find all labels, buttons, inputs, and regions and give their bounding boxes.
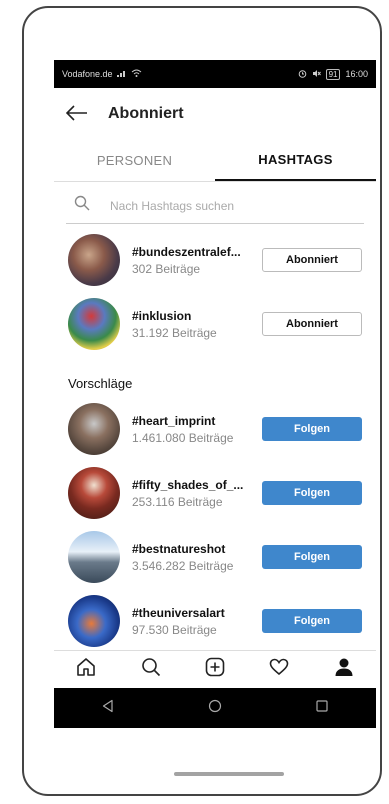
hashtag-meta: #theuniversalart 97.530 Beiträge bbox=[132, 606, 262, 637]
list-item[interactable]: #theuniversalart 97.530 Beiträge Folgen bbox=[68, 589, 362, 653]
tab-bar: PERSONEN HASHTAGS bbox=[54, 140, 376, 182]
back-triangle-icon[interactable] bbox=[101, 699, 115, 718]
post-count: 253.116 Beiträge bbox=[132, 494, 223, 509]
hashtag-thumbnail bbox=[68, 467, 120, 519]
hashtag-name: #heart_imprint bbox=[132, 413, 216, 428]
search-icon bbox=[74, 195, 98, 216]
home-icon[interactable] bbox=[76, 657, 96, 682]
hashtag-thumbnail bbox=[68, 234, 120, 286]
search-icon[interactable] bbox=[141, 657, 161, 682]
follow-button[interactable]: Folgen bbox=[262, 417, 362, 441]
add-post-icon[interactable] bbox=[205, 657, 225, 682]
carrier-name: Vodafone.de bbox=[62, 69, 113, 79]
app-screen: Vodafone.de 91 16:00 Abonniert PERSONEN … bbox=[54, 60, 376, 728]
post-count: 97.530 Beiträge bbox=[132, 622, 217, 637]
list-item[interactable]: #bestnatureshot 3.546.282 Beiträge Folge… bbox=[68, 525, 362, 589]
signal-icon bbox=[116, 69, 127, 79]
hashtag-thumbnail bbox=[68, 531, 120, 583]
page-title: Abonniert bbox=[108, 105, 184, 122]
tab-personen[interactable]: PERSONEN bbox=[54, 140, 215, 181]
list-item[interactable]: #bundeszentralef... 302 Beiträge Abonnie… bbox=[68, 228, 362, 292]
hashtag-meta: #bundeszentralef... 302 Beiträge bbox=[132, 245, 262, 276]
post-count: 31.192 Beiträge bbox=[132, 325, 217, 340]
hashtag-thumbnail bbox=[68, 298, 120, 350]
home-circle-icon[interactable] bbox=[208, 699, 222, 718]
subscribed-button[interactable]: Abonniert bbox=[262, 248, 362, 272]
status-bar: Vodafone.de 91 16:00 bbox=[54, 60, 376, 88]
android-navigation-bar bbox=[54, 688, 376, 728]
hashtag-search-bar bbox=[66, 188, 364, 224]
frame-bottom-edge bbox=[174, 772, 284, 776]
hashtag-thumbnail bbox=[68, 595, 120, 647]
back-arrow-icon[interactable] bbox=[65, 101, 102, 127]
alarm-icon bbox=[298, 69, 307, 80]
hashtag-meta: #inklusion 31.192 Beiträge bbox=[132, 309, 262, 340]
post-count: 1.461.080 Beiträge bbox=[132, 430, 234, 445]
battery-level: 91 bbox=[325, 68, 341, 80]
suggested-hashtag-list: #heart_imprint 1.461.080 Beiträge Folgen… bbox=[54, 397, 376, 653]
bottom-navigation bbox=[54, 650, 376, 688]
hashtag-search-input[interactable] bbox=[110, 198, 330, 213]
hashtag-name: #bundeszentralef... bbox=[132, 244, 241, 259]
hashtag-meta: #fifty_shades_of_... 253.116 Beiträge bbox=[132, 478, 262, 509]
list-item[interactable]: #fifty_shades_of_... 253.116 Beiträge Fo… bbox=[68, 461, 362, 525]
post-count: 3.546.282 Beiträge bbox=[132, 558, 234, 573]
subscribed-button[interactable]: Abonniert bbox=[262, 312, 362, 336]
clock: 16:00 bbox=[345, 69, 368, 79]
hashtag-name: #inklusion bbox=[132, 308, 192, 323]
follow-button[interactable]: Folgen bbox=[262, 481, 362, 505]
hashtag-meta: #bestnatureshot 3.546.282 Beiträge bbox=[132, 542, 262, 573]
follow-button[interactable]: Folgen bbox=[262, 545, 362, 569]
tab-hashtags[interactable]: HASHTAGS bbox=[215, 140, 376, 181]
hashtag-name: #bestnatureshot bbox=[132, 541, 226, 556]
profile-icon[interactable] bbox=[334, 657, 354, 682]
recents-square-icon[interactable] bbox=[315, 699, 329, 718]
mute-icon bbox=[312, 69, 321, 80]
app-header: Abonniert bbox=[54, 88, 376, 140]
hashtag-thumbnail bbox=[68, 403, 120, 455]
heart-icon[interactable] bbox=[269, 657, 289, 682]
hashtag-name: #fifty_shades_of_... bbox=[132, 477, 244, 492]
hashtag-name: #theuniversalart bbox=[132, 605, 225, 620]
list-item[interactable]: #heart_imprint 1.461.080 Beiträge Folgen bbox=[68, 397, 362, 461]
followed-hashtag-list: #bundeszentralef... 302 Beiträge Abonnie… bbox=[54, 228, 376, 356]
hashtag-meta: #heart_imprint 1.461.080 Beiträge bbox=[132, 414, 262, 445]
post-count: 302 Beiträge bbox=[132, 261, 201, 276]
wifi-icon bbox=[131, 69, 142, 79]
suggestions-heading: Vorschläge bbox=[68, 376, 133, 391]
follow-button[interactable]: Folgen bbox=[262, 609, 362, 633]
list-item[interactable]: #inklusion 31.192 Beiträge Abonniert bbox=[68, 292, 362, 356]
